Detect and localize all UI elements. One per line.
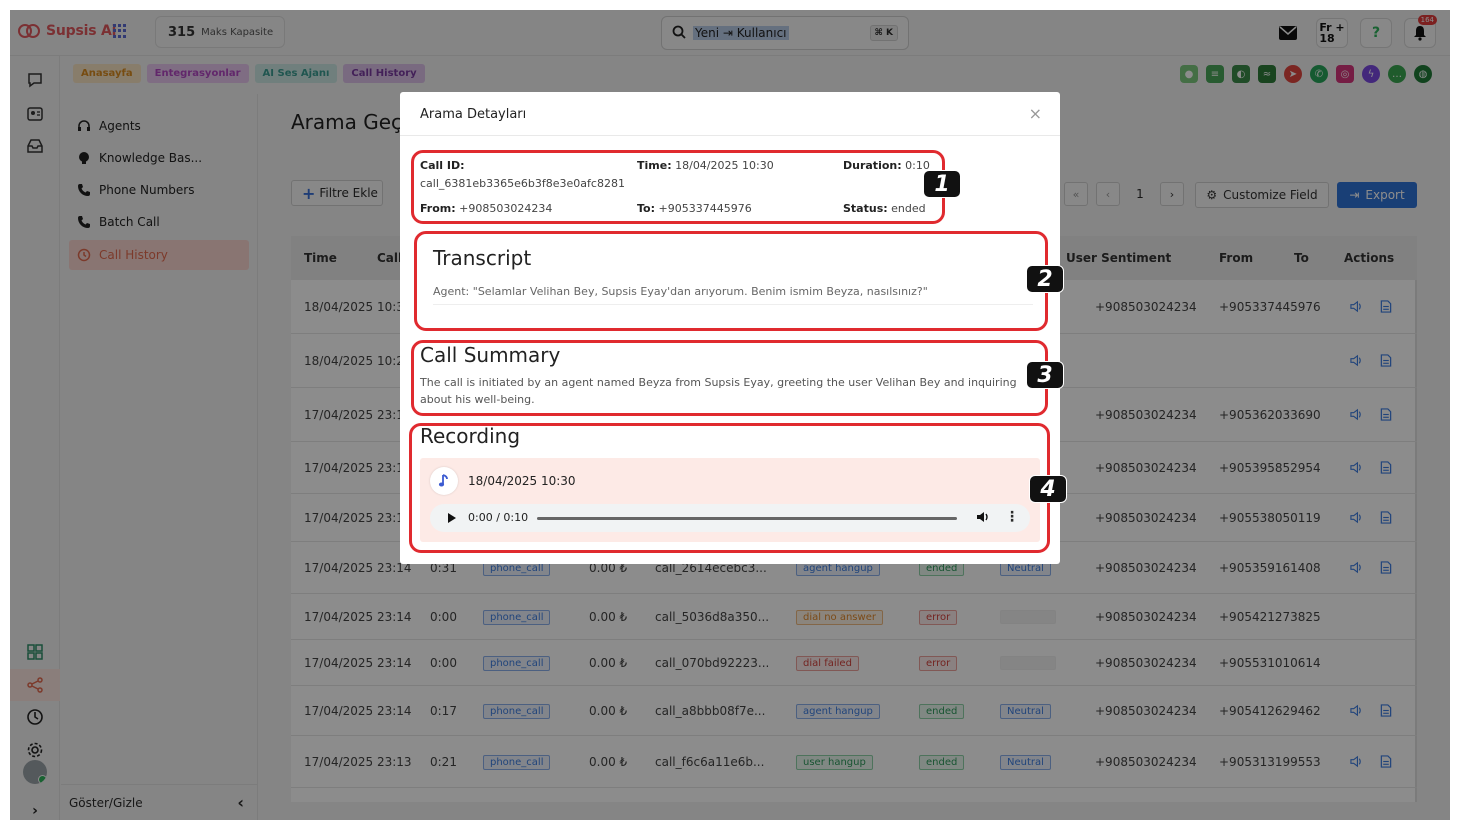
- annotation-box-2: [414, 231, 1048, 331]
- annotation-number-3: 3: [1026, 361, 1064, 389]
- annotation-box-4: [409, 423, 1050, 553]
- annotation-number-2: 2: [1026, 265, 1064, 293]
- app-window: Supsis Ai 315 Maks Kapasite Yeni ⇥ Kulla…: [10, 10, 1450, 820]
- modal-title: Arama Detayları: [420, 107, 527, 122]
- modal-header: Arama Detayları ×: [400, 92, 1060, 136]
- annotation-number-1: 1: [923, 170, 961, 198]
- close-icon[interactable]: ×: [1029, 104, 1042, 123]
- annotation-number-4: 4: [1029, 475, 1067, 503]
- annotation-box-3: [411, 340, 1048, 416]
- annotation-box-1: [411, 150, 945, 224]
